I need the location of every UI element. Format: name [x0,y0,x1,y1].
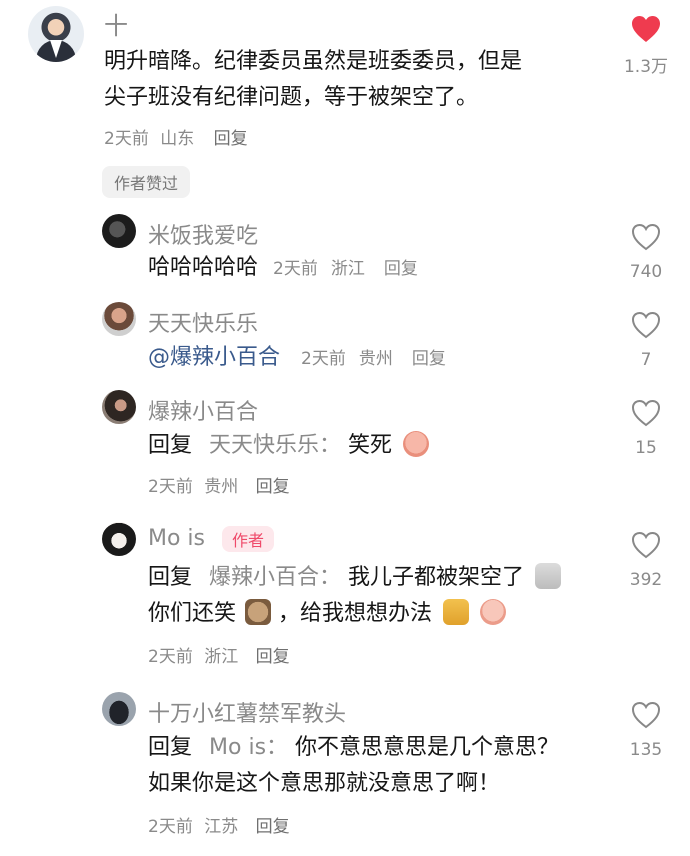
reply-text: 你不意思意思是几个意思？ [295,735,560,760]
like-count: 15 [635,438,657,458]
reply-content: @爆辣小百合 2天前 贵州 回复 [148,340,446,377]
top-comment-like[interactable]: 1.3万 [616,14,676,77]
reply-time: 2天前 [301,349,346,369]
reply-content-line1: 回复 Mo is： 你不意思意思是几个意思？ [148,730,559,766]
reply-like[interactable]: 15 [616,398,676,458]
reply-like[interactable]: 135 [616,700,676,760]
like-count: 1.3万 [623,57,669,77]
reply-button[interactable]: 回复 [256,817,290,837]
top-comment-text-line2: 尖子班没有纪律问题，等于被架空了。 [104,85,479,110]
reply-like[interactable]: 392 [616,530,676,590]
reply-button[interactable]: 回复 [256,647,290,667]
reply-button[interactable]: 回复 [214,129,248,149]
mention-link[interactable]: @爆辣小百合 [148,345,280,370]
heart-outline-icon[interactable] [630,530,662,560]
reply-to-username[interactable]: 爆辣小百合： [209,565,341,590]
meta-location: 山东 [160,129,195,149]
reply-like[interactable]: 740 [616,222,676,282]
author-liked-badge: 作者赞过 [102,166,191,198]
top-comment-text-line1: 明升暗降。纪律委员虽然是班委委员，但是 [104,49,523,74]
reply-avatar[interactable] [102,214,136,248]
reply-text: ，给我想想办法 [278,601,433,626]
reply-meta: 2天前 浙江 回复 [148,642,290,667]
reply-button[interactable]: 回复 [384,259,418,279]
reply-username-row: Mo is 作者 [148,526,275,552]
top-comment-username[interactable]: 十 [104,6,128,41]
reply-time: 2天前 [148,647,193,667]
reply-text: 你们还笑 [148,601,237,626]
sweating-dog-emoji-icon [245,599,272,625]
reply-time: 2天前 [148,477,193,497]
reply-username[interactable]: Mo is [148,526,205,551]
heart-outline-icon[interactable] [630,222,662,252]
reply-to-username[interactable]: 天天快乐乐： [209,433,341,458]
meta-time: 2天前 [104,129,149,149]
reply-content-line2: 如果你是这个意思那就没意思了啊！ [148,771,501,796]
like-count: 740 [629,262,663,282]
reply-prefix: 回复 [148,735,193,760]
reply-username[interactable]: 米饭我爱吃 [148,218,258,250]
reply-prefix: 回复 [148,565,193,590]
reply-content-line1: 回复 爆辣小百合： 我儿子都被架空了 [148,560,562,596]
pray-emoji-icon [443,599,470,625]
reply-text: 哈哈哈哈哈 [148,255,259,280]
heart-filled-icon[interactable] [630,14,662,44]
top-comment-meta: 2天前 山东 回复 [104,124,248,149]
heart-outline-icon[interactable] [630,398,662,428]
reply-username[interactable]: 十万小红薯禁军教头 [148,696,346,728]
reply-content-line2: 你们还笑 ，给我想想办法 [148,596,507,632]
reply-username[interactable]: 爆辣小百合 [148,394,258,426]
reply-meta: 2天前 江苏 回复 [148,812,290,837]
reply-location: 贵州 [204,477,239,497]
reply-to-username[interactable]: Mo is： [209,735,288,760]
reply-text: 我儿子都被架空了 [348,565,525,590]
reply-button[interactable]: 回复 [412,349,446,369]
top-comment-avatar[interactable] [28,6,84,62]
heart-outline-icon[interactable] [630,700,662,730]
reply-location: 贵州 [358,349,393,369]
like-count: 7 [640,350,652,370]
reply-text: 笑死 [348,433,393,458]
reply-time: 2天前 [148,817,193,837]
like-count: 135 [629,740,663,760]
reply-location: 浙江 [204,647,239,667]
author-tag-badge: 作者 [222,526,275,552]
reply-button[interactable]: 回复 [256,477,290,497]
reply-location: 江苏 [204,817,239,837]
like-count: 392 [629,570,663,590]
reply-time: 2天前 [273,259,318,279]
reply-avatar[interactable] [102,302,136,336]
reply-like[interactable]: 7 [616,310,676,370]
crying-dog-emoji-icon [535,563,562,589]
reply-avatar[interactable] [102,522,136,556]
heart-outline-icon[interactable] [630,310,662,340]
reply-location: 浙江 [330,259,365,279]
reply-content: 回复 天天快乐乐： 笑死 [148,428,430,464]
blush-face-emoji-icon [480,599,507,625]
reply-avatar[interactable] [102,692,136,726]
pig-face-emoji-icon [403,431,430,457]
reply-content: 哈哈哈哈哈 2天前 浙江 回复 [148,250,418,287]
reply-avatar[interactable] [102,390,136,424]
reply-meta: 2天前 贵州 回复 [148,472,290,497]
reply-prefix: 回复 [148,433,193,458]
reply-username[interactable]: 天天快乐乐 [148,306,258,338]
